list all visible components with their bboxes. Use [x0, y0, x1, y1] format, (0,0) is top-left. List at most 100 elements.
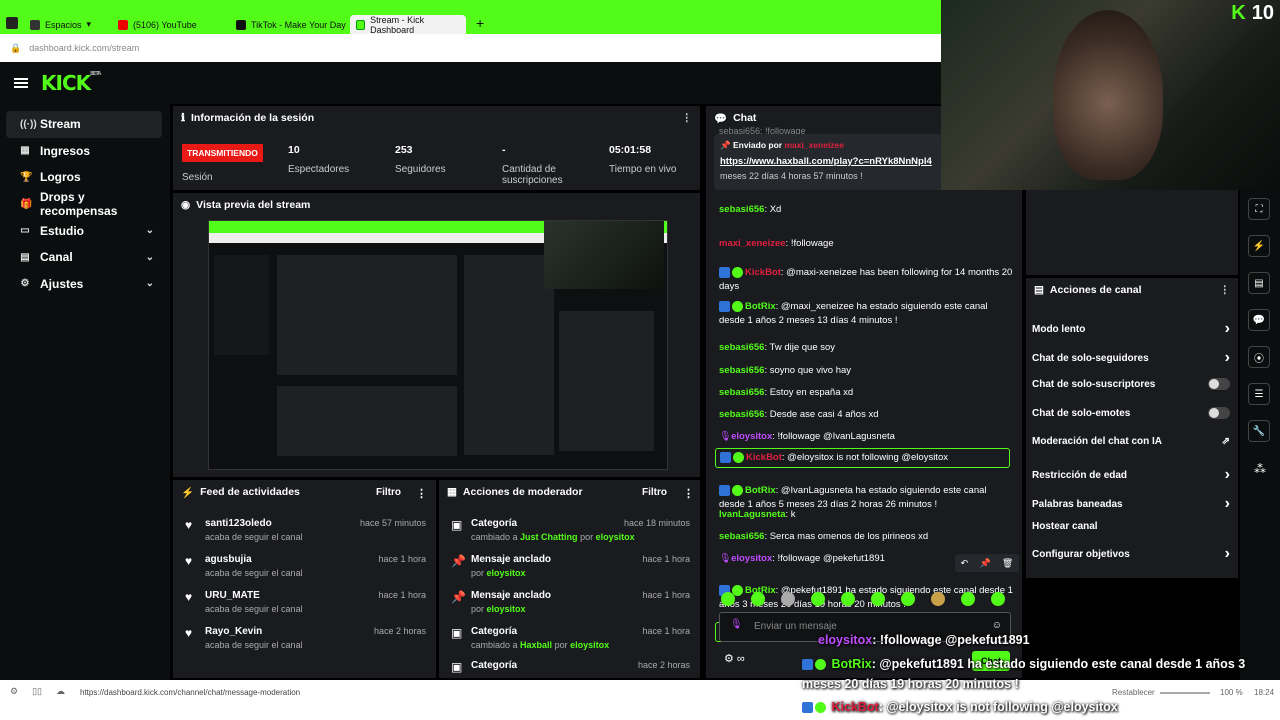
chat-message[interactable]: IvanLagusneta: k — [719, 508, 1014, 522]
sidebar-item-ingresos[interactable]: ▦ Ingresos — [6, 138, 162, 165]
chat-username[interactable]: BotRix — [745, 485, 776, 496]
chat-username[interactable]: sebasi656 — [719, 365, 764, 376]
kick-logo[interactable]: KICKBETA — [41, 71, 101, 95]
channel-action-row[interactable]: Hostear canal — [1032, 521, 1230, 532]
chat-username[interactable]: sebasi656 — [719, 204, 764, 215]
vivaldi-icon[interactable] — [6, 17, 18, 29]
emote-icon[interactable] — [901, 592, 915, 606]
new-tab-icon[interactable]: + — [476, 15, 484, 31]
toggle-switch[interactable] — [1208, 407, 1230, 419]
sidebar-item-estudio[interactable]: ▭ Estudio ⌄ — [6, 217, 162, 244]
sidebar-item-canal[interactable]: ▤ Canal ⌄ — [6, 244, 162, 271]
user-link[interactable]: eloysitox — [596, 532, 635, 542]
chat-username[interactable]: sebasi656 — [719, 531, 764, 542]
category-link[interactable]: Just Chatting — [520, 532, 578, 542]
clipboard-icon[interactable]: ▤ — [1248, 272, 1270, 294]
chat-username[interactable]: eloysitox — [731, 431, 772, 442]
emote-icon[interactable] — [781, 592, 795, 606]
filter-button[interactable]: Filtro — [642, 487, 667, 498]
chat-message[interactable]: KickBot: @maxi-xeneizee has been followi… — [719, 266, 1014, 294]
chat-message[interactable]: sebasi656: Xd — [719, 203, 1014, 217]
broadcast-icon[interactable]: ⦿ — [1248, 346, 1270, 368]
chat-username[interactable]: sebasi656 — [719, 409, 764, 420]
emote-icon[interactable] — [931, 592, 945, 606]
emote-icon[interactable] — [751, 592, 765, 606]
tab-kick-dashboard[interactable]: Stream - Kick Dashboard — [350, 15, 466, 35]
chat-username[interactable]: BotRix — [745, 301, 776, 312]
settings-icon[interactable]: ⚙ — [10, 686, 18, 697]
emote-icon[interactable] — [991, 592, 1005, 606]
channel-action-row[interactable]: Palabras baneadas › — [1032, 495, 1230, 513]
channel-action-row[interactable]: Configurar objetivos › — [1032, 545, 1230, 563]
chat-username[interactable]: eloysitox — [731, 553, 772, 564]
chat-message[interactable]: 🎙eloysitox: !followage @IvanLagusneta — [719, 430, 1014, 444]
emote-icon[interactable] — [811, 592, 825, 606]
chat-message[interactable]: sebasi656: soyno que vivo hay — [719, 364, 1014, 378]
pin-icon[interactable]: 📌 — [979, 558, 990, 569]
emote-icon[interactable] — [841, 592, 855, 606]
chat-username[interactable]: IvanLagusneta — [719, 509, 786, 520]
user-link[interactable]: eloysitox — [570, 640, 609, 650]
stream-preview-image[interactable] — [208, 220, 668, 470]
chat-username[interactable]: KickBot — [745, 267, 781, 278]
emote-icon[interactable] — [721, 592, 735, 606]
chat-message[interactable]: maxi_xeneizee: !followage — [719, 237, 1014, 251]
chat-icon[interactable]: 💬 — [1248, 309, 1270, 331]
more-icon[interactable]: ⋮ — [683, 487, 694, 500]
chat-username[interactable]: KickBot — [746, 452, 782, 463]
more-icon[interactable]: ⋮ — [1220, 284, 1231, 296]
tab-tiktok[interactable]: TikTok - Make Your Day — [230, 15, 352, 34]
pinned-user[interactable]: maxi_xeneizee — [784, 140, 844, 150]
mod-actions-panel: ▦ Acciones de moderador Filtro ⋮ ▣ Categor… — [439, 480, 700, 678]
user-name[interactable]: URU_MATE — [205, 590, 303, 601]
filter-button[interactable]: Filtro — [376, 487, 401, 498]
channel-action-row[interactable]: Chat de solo-suscriptores — [1032, 378, 1230, 390]
bolt-icon[interactable]: ⚡ — [1248, 235, 1270, 257]
channel-action-row[interactable]: Restricción de edad › — [1032, 466, 1230, 484]
user-link[interactable]: eloysitox — [487, 568, 526, 578]
emoji-icon[interactable]: ☺ — [992, 620, 1002, 631]
settings-icon[interactable]: ⚙ ∞ — [724, 652, 745, 665]
tab-youtube[interactable]: (5106) YouTube — [112, 15, 203, 34]
sidebar-item-stream[interactable]: ((·)) Stream — [6, 111, 162, 138]
reply-icon[interactable]: ↶ — [961, 558, 969, 569]
address-bar[interactable]: 🔒 dashboard.kick.com/stream — [0, 34, 941, 62]
user-name[interactable]: Rayo_Kevin — [205, 626, 303, 637]
zoom-slider[interactable] — [1160, 692, 1210, 694]
tab-espacios[interactable]: Espacios ▾ — [24, 15, 97, 34]
zoom-reset-button[interactable]: Restablecer — [1112, 688, 1155, 697]
user-name[interactable]: agusbujia — [205, 554, 303, 565]
user-name[interactable]: santi123oledo — [205, 518, 303, 529]
chat-message[interactable]: sebasi656: Serca mas omenos de los pirin… — [719, 530, 1014, 544]
chat-message[interactable]: sebasi656: Tw dije que soy — [719, 341, 1014, 355]
trash-icon[interactable]: 🗑 — [1002, 558, 1013, 569]
sidebar-item-drops[interactable]: 🎁 Drops y recompensas — [6, 190, 162, 218]
toggle-switch[interactable] — [1208, 378, 1230, 390]
cloud-icon[interactable]: ☁ — [56, 686, 65, 697]
sidebar-item-ajustes[interactable]: ⚙ Ajustes ⌄ — [6, 271, 162, 298]
sidebar-item-logros[interactable]: 🏆 Logros — [6, 164, 162, 191]
list-icon[interactable]: ☰ — [1248, 383, 1270, 405]
chat-message[interactable]: sebasi656: Estoy en españa xd — [719, 386, 1014, 400]
chat-username[interactable]: sebasi656 — [719, 342, 764, 353]
more-icon[interactable]: ⋮ — [416, 487, 427, 500]
channel-action-row[interactable]: Moderación del chat con IA ⇗ — [1032, 436, 1230, 447]
user-link[interactable]: eloysitox — [487, 604, 526, 614]
chat-message[interactable]: BotRix: @maxi_xeneizee ha estado siguien… — [719, 300, 1014, 328]
emote-icon[interactable] — [961, 592, 975, 606]
panel-icon[interactable]: ▯▯ — [32, 686, 42, 697]
category-link[interactable]: Haxball — [520, 640, 552, 650]
channel-action-row[interactable]: Chat de solo-emotes — [1032, 407, 1230, 419]
chat-message[interactable]: sebasi656: Desde ase casi 4 años xd — [719, 408, 1014, 422]
menu-icon[interactable] — [14, 78, 28, 88]
fullscreen-icon[interactable]: ⛶ — [1248, 198, 1270, 220]
emote-icon[interactable] — [871, 592, 885, 606]
wrench-icon[interactable]: 🔧 — [1248, 420, 1270, 442]
apps-icon[interactable]: ⁂ — [1254, 462, 1266, 476]
more-icon[interactable]: ⋮ — [682, 112, 693, 124]
chat-username[interactable]: sebasi656 — [719, 387, 764, 398]
chat-message[interactable]: KickBot: @eloysitox is not following @el… — [715, 448, 1010, 468]
channel-action-row[interactable]: Chat de solo-seguidores › — [1032, 349, 1230, 367]
chat-username[interactable]: maxi_xeneizee — [719, 238, 786, 249]
channel-action-row[interactable]: Modo lento › — [1032, 320, 1230, 338]
